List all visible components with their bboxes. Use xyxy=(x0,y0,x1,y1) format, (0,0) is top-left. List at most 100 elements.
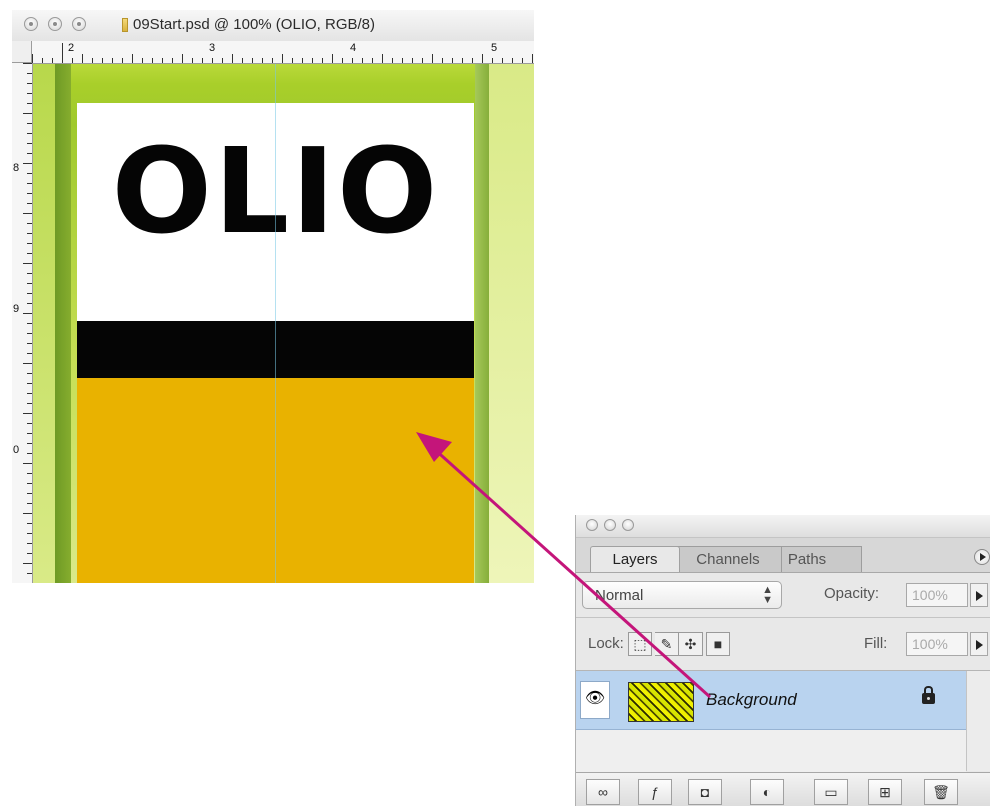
zoom-palette-button[interactable] xyxy=(622,519,634,531)
ruler-tick xyxy=(27,203,32,204)
ruler-tick xyxy=(27,503,32,504)
ruler-tick xyxy=(502,58,503,63)
vertical-ruler[interactable]: 8 9 0 xyxy=(12,63,33,583)
ruler-tick xyxy=(262,58,263,63)
ruler-tick xyxy=(23,413,32,414)
ruler-tick xyxy=(27,253,32,254)
new-layer-icon[interactable]: ⊞ xyxy=(868,779,902,805)
ruler-tick xyxy=(342,58,343,63)
horizontal-ruler[interactable]: 2 3 4 5 xyxy=(32,41,534,64)
blend-mode-select[interactable]: Normal ▲ ▼ xyxy=(582,581,782,609)
ruler-tick xyxy=(492,58,493,63)
adjustment-layer-icon[interactable]: ◐ xyxy=(750,779,784,805)
ruler-tick xyxy=(23,513,32,514)
ruler-tick xyxy=(27,393,32,394)
ruler-tick xyxy=(27,343,32,344)
layers-palette: Paths Channels Layers Normal ▲ ▼ Opacity:… xyxy=(575,515,990,806)
palette-title-bar[interactable] xyxy=(576,515,990,538)
ruler-tick xyxy=(422,58,423,63)
ruler-tick xyxy=(27,453,32,454)
ruler-tick xyxy=(23,463,32,464)
new-group-icon[interactable]: ▭ xyxy=(814,779,848,805)
close-window-button[interactable] xyxy=(24,17,38,31)
layer-row-background[interactable]: 👁 Background xyxy=(576,671,966,730)
ruler-tick xyxy=(242,58,243,63)
background-gradient xyxy=(489,64,534,583)
ruler-tick xyxy=(27,293,32,294)
background-gradient xyxy=(33,64,55,583)
ruler-tick xyxy=(23,313,32,314)
ruler-tick xyxy=(27,473,32,474)
fill-slider-button[interactable] xyxy=(970,632,988,656)
blend-options-row: Normal ▲ ▼ Opacity: 100% xyxy=(576,573,990,618)
image-canvas[interactable]: OLIO xyxy=(33,64,534,583)
opacity-slider-button[interactable] xyxy=(970,583,988,607)
ruler-tick xyxy=(27,123,32,124)
ruler-tick xyxy=(62,43,63,63)
ruler-tick xyxy=(27,133,32,134)
lock-position-icon[interactable]: ✣ xyxy=(679,632,703,656)
ruler-tick xyxy=(532,54,533,63)
lock-image-pixels-icon[interactable]: ✎ xyxy=(655,632,679,656)
ruler-tick xyxy=(27,303,32,304)
ruler-origin[interactable] xyxy=(12,41,32,63)
tab-channels[interactable]: Channels xyxy=(674,546,782,572)
ruler-tick xyxy=(27,373,32,374)
layer-name: Background xyxy=(706,690,797,709)
zoom-window-button[interactable] xyxy=(72,17,86,31)
ruler-tick xyxy=(142,58,143,63)
ruler-tick xyxy=(332,54,333,63)
ruler-tick xyxy=(23,563,32,564)
visibility-eye-icon[interactable]: 👁 xyxy=(580,681,610,719)
palette-bottom-toolbar: ∞ ƒ ◘ ◐ ▭ ⊞ 🗑 xyxy=(576,772,990,806)
minimize-window-button[interactable] xyxy=(48,17,62,31)
layer-thumbnail xyxy=(628,682,694,722)
ruler-tick xyxy=(112,58,113,63)
ruler-tick xyxy=(392,58,393,63)
lock-all-icon[interactable]: ■ xyxy=(706,632,730,656)
ruler-tick xyxy=(27,483,32,484)
ruler-tick xyxy=(27,243,32,244)
guide-line[interactable] xyxy=(275,64,276,583)
ruler-tick xyxy=(32,54,33,63)
layers-scrollbar[interactable] xyxy=(966,671,990,771)
ruler-tick xyxy=(23,163,32,164)
ruler-tick xyxy=(27,383,32,384)
ruler-tick xyxy=(382,54,383,63)
fill-label: Fill: xyxy=(864,635,888,652)
ruler-tick xyxy=(312,58,313,63)
layer-style-icon[interactable]: ƒ xyxy=(638,779,672,805)
document-title-bar[interactable]: 09Start.psd @ 100% (OLIO, RGB/8) xyxy=(12,10,534,42)
palette-menu-icon[interactable] xyxy=(974,549,990,565)
ruler-number: 9 xyxy=(13,303,20,315)
opacity-field[interactable]: 100% xyxy=(906,583,968,607)
ruler-tick xyxy=(152,58,153,63)
fill-field[interactable]: 100% xyxy=(906,632,968,656)
ruler-tick xyxy=(23,213,32,214)
ruler-tick xyxy=(27,523,32,524)
ruler-tick xyxy=(472,58,473,63)
ruler-tick xyxy=(412,58,413,63)
ruler-tick xyxy=(352,58,353,63)
ruler-tick xyxy=(282,54,283,63)
link-layers-icon[interactable]: ∞ xyxy=(586,779,620,805)
lock-transparent-pixels-icon[interactable]: ⬚ xyxy=(628,632,652,656)
ruler-tick xyxy=(132,54,133,63)
minimize-palette-button[interactable] xyxy=(604,519,616,531)
tab-layers[interactable]: Layers xyxy=(590,546,680,572)
ruler-tick xyxy=(27,223,32,224)
ruler-tick xyxy=(27,353,32,354)
ruler-tick xyxy=(23,263,32,264)
ruler-tick xyxy=(92,58,93,63)
ruler-tick xyxy=(27,573,32,574)
ruler-tick xyxy=(432,54,433,63)
ruler-tick xyxy=(202,58,203,63)
ruler-tick xyxy=(192,58,193,63)
delete-layer-icon[interactable]: 🗑 xyxy=(924,779,958,805)
layers-empty-area xyxy=(576,730,966,772)
add-layer-mask-icon[interactable]: ◘ xyxy=(688,779,722,805)
ruler-tick xyxy=(452,58,453,63)
ruler-tick xyxy=(27,73,32,74)
ruler-tick xyxy=(272,58,273,63)
close-palette-button[interactable] xyxy=(586,519,598,531)
